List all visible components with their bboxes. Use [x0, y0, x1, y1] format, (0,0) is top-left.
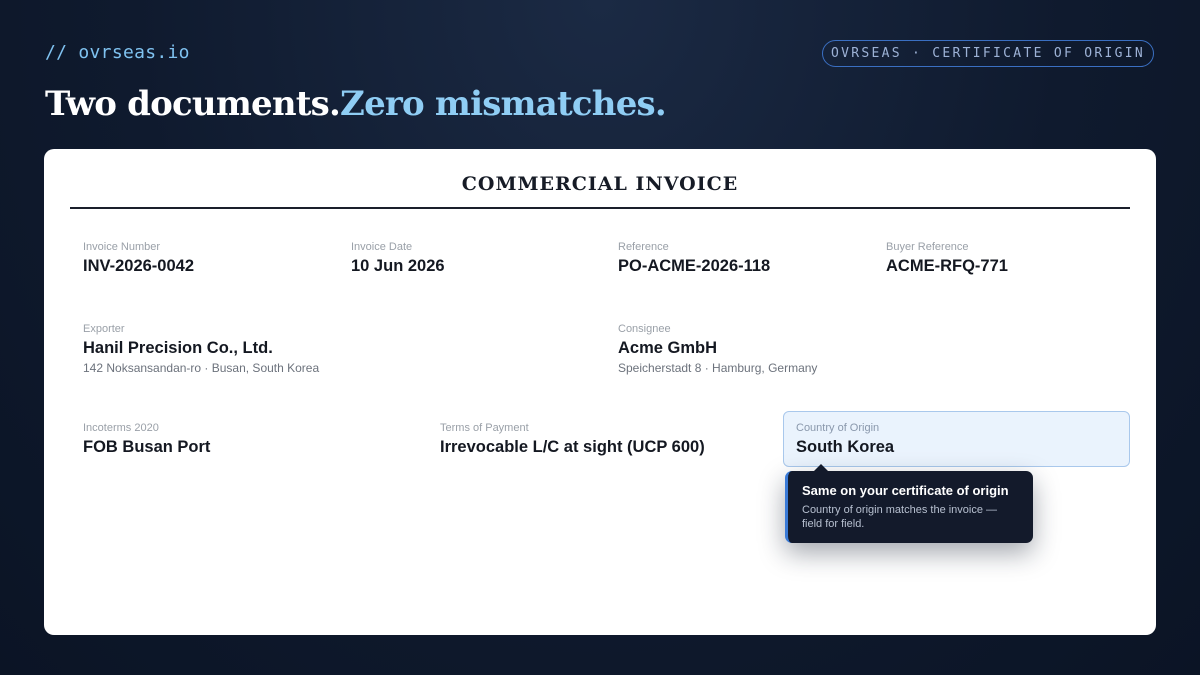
- invoice-number-label: Invoice Number: [83, 241, 161, 253]
- brand-logo[interactable]: // ovrseas.io: [45, 42, 190, 63]
- incoterms-value: FOB Busan Port: [83, 438, 211, 456]
- exporter-label: Exporter: [83, 323, 125, 335]
- invoice-date-value: 10 Jun 2026: [351, 257, 445, 275]
- consignee-address: Speicherstadt 8 · Hamburg, Germany: [618, 361, 818, 375]
- invoice-date-field: Invoice Date 10 Jun 2026: [351, 241, 445, 276]
- consignee-label: Consignee: [618, 323, 671, 335]
- title-divider: [70, 207, 1130, 209]
- incoterms-field: Incoterms 2020 FOB Busan Port: [83, 422, 210, 457]
- buyer-reference-value: ACME-RFQ-771: [886, 257, 1008, 275]
- reference-field: Reference PO-ACME-2026-118: [618, 241, 770, 276]
- buyer-reference-field: Buyer Reference ACME-RFQ-771: [886, 241, 1008, 276]
- invoice-card: COMMERCIAL INVOICE Invoice Number INV-20…: [44, 149, 1156, 635]
- country-of-origin-value: South Korea: [796, 438, 895, 456]
- exporter-field: Exporter Hanil Precision Co., Ltd. 142 N…: [83, 323, 319, 375]
- country-of-origin-field[interactable]: Country of Origin South Korea: [783, 411, 1130, 467]
- page-headline: Two documents.Zero mismatches.: [45, 84, 667, 124]
- buyer-reference-label: Buyer Reference: [886, 241, 969, 253]
- product-badge: OVRSEAS · CERTIFICATE OF ORIGIN: [822, 40, 1154, 67]
- consignee-name: Acme GmbH: [618, 339, 718, 357]
- exporter-name: Hanil Precision Co., Ltd.: [83, 339, 273, 357]
- reference-value: PO-ACME-2026-118: [618, 257, 771, 275]
- invoice-date-label: Invoice Date: [351, 241, 413, 253]
- invoice-number-value: INV-2026-0042: [83, 257, 194, 275]
- tooltip-title: Same on your certificate of origin: [802, 483, 1009, 498]
- reference-label: Reference: [618, 241, 669, 253]
- tooltip-arrow: [814, 464, 828, 471]
- incoterms-label: Incoterms 2020: [83, 422, 159, 434]
- document-title: COMMERCIAL INVOICE: [461, 173, 739, 195]
- tooltip-body: Country of origin matches the invoice — …: [802, 504, 998, 530]
- match-tooltip: Same on your certificate of origin Count…: [785, 464, 1033, 543]
- invoice-number-field: Invoice Number INV-2026-0042: [83, 241, 194, 276]
- payment-terms-field: Terms of Payment Irrevocable L/C at sigh…: [440, 422, 705, 457]
- headline-part2: Zero mismatches.: [340, 84, 667, 124]
- consignee-field: Consignee Acme GmbH Speicherstadt 8 · Ha…: [618, 323, 817, 375]
- payment-terms-value: Irrevocable L/C at sight (UCP 600): [440, 438, 705, 456]
- payment-terms-label: Terms of Payment: [440, 422, 529, 434]
- country-of-origin-label: Country of Origin: [796, 422, 880, 434]
- exporter-address: 142 Noksansandan-ro · Busan, South Korea: [83, 361, 320, 375]
- headline-part1: Two documents.: [45, 84, 341, 124]
